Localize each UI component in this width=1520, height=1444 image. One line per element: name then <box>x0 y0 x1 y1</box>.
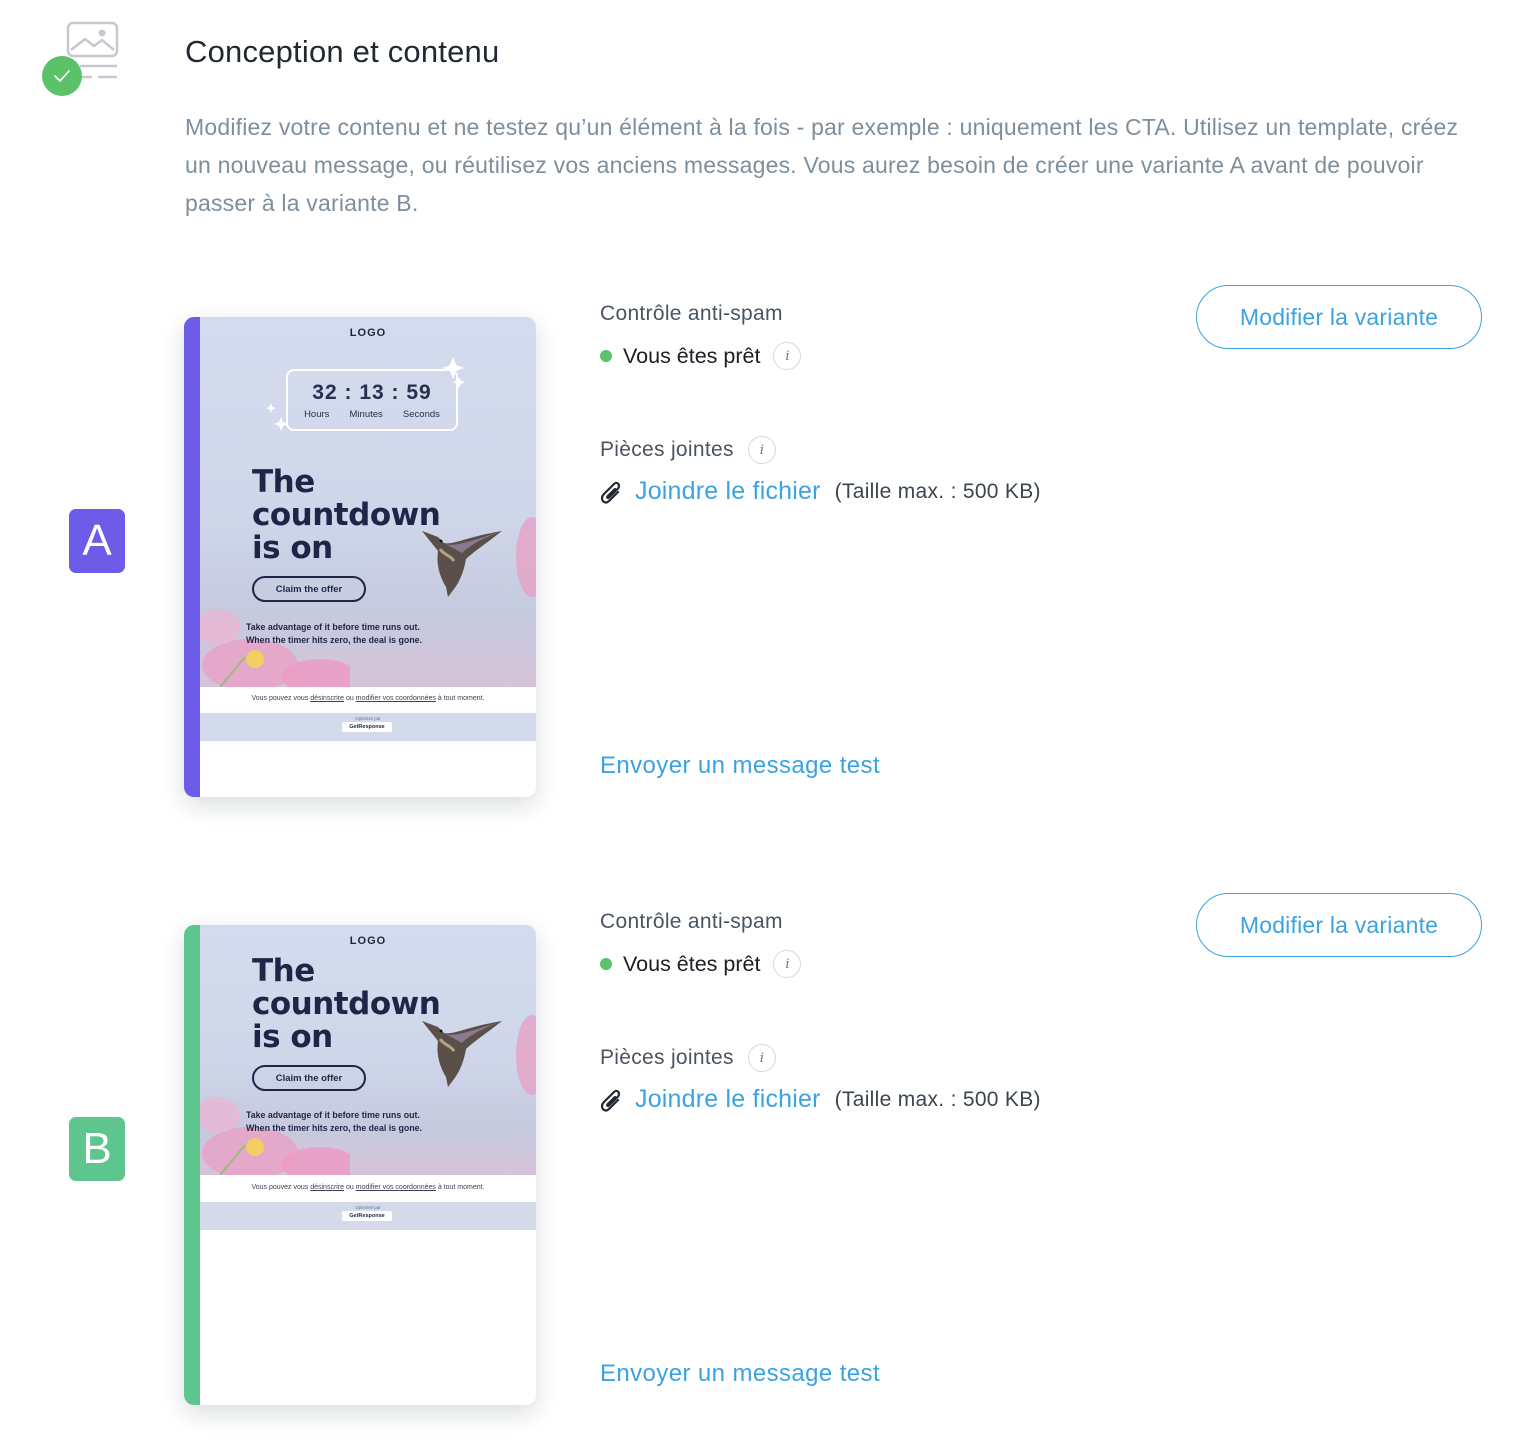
variant-b-stripe <box>184 925 200 1405</box>
info-icon[interactable]: i <box>773 950 802 978</box>
variant-b-badge: B <box>69 1117 125 1181</box>
spam-status-text: Vous êtes prêt <box>623 343 761 368</box>
timer-digits: 32 : 13 : 59 <box>312 381 432 404</box>
send-test-link[interactable]: Envoyer un message test <box>600 752 880 780</box>
optimized-by-label: Optimisé par <box>355 1205 381 1210</box>
email-footer-text: Vous pouvez vous désinscrire ou modifier… <box>251 1184 485 1191</box>
status-dot <box>600 350 612 362</box>
spam-status: Vous êtes prêt i <box>600 950 802 978</box>
variant-a-stripe <box>184 317 200 797</box>
paperclip-icon <box>600 1089 621 1112</box>
attach-row: Joindre le fichier (Taille max. : 500 KB… <box>599 477 1041 506</box>
attachments-header: Pièces jointes i <box>600 1044 776 1072</box>
email-body-copy: Take advantage of it before time runs ou… <box>246 622 422 645</box>
variant-b-preview[interactable]: LOGO The countdown is on Claim the offer <box>184 925 536 1405</box>
timer-unit-minutes: Minutes <box>349 409 383 420</box>
section-description: Modifiez votre contenu et ne testez qu’u… <box>185 114 1459 216</box>
email-footer-band: Optimisé par GetResponse <box>200 1202 536 1230</box>
getresponse-badge: GetResponse <box>342 722 392 732</box>
attach-file-link[interactable]: Joindre le fichier <box>635 1085 821 1114</box>
email-logo: LOGO <box>349 327 387 339</box>
spam-check-label: Contrôle anti-spam <box>600 302 783 325</box>
spam-status: Vous êtes prêt i <box>600 342 802 370</box>
spam-status-text: Vous êtes prêt <box>623 951 761 976</box>
attach-size-note: (Taille max. : 500 KB) <box>834 1087 1041 1111</box>
edit-variant-button[interactable]: Modifier la variante <box>1196 285 1482 349</box>
flower-edge-image <box>516 1015 536 1095</box>
paperclip-icon <box>600 481 621 504</box>
variant-a-preview[interactable]: LOGO 32 : 13 : 59 Hours Minutes Seconds … <box>184 317 536 797</box>
email-body-copy: Take advantage of it before time runs ou… <box>246 1110 422 1133</box>
edit-variant-button[interactable]: Modifier la variante <box>1196 893 1482 957</box>
status-dot <box>600 958 612 970</box>
attachments-label: Pièces jointes <box>600 438 734 461</box>
send-test-link[interactable]: Envoyer un message test <box>600 1360 880 1388</box>
attachments-label: Pièces jointes <box>600 1046 734 1069</box>
variant-a-badge: A <box>69 509 125 573</box>
attach-size-note: (Taille max. : 500 KB) <box>834 479 1041 503</box>
check-icon <box>42 56 82 96</box>
optimized-by-label: Optimisé par <box>355 716 381 721</box>
info-icon[interactable]: i <box>773 342 802 370</box>
attach-file-link[interactable]: Joindre le fichier <box>635 477 821 506</box>
email-hero: LOGO 32 : 13 : 59 Hours Minutes Seconds … <box>200 317 536 687</box>
attach-row: Joindre le fichier (Taille max. : 500 KB… <box>599 1085 1041 1114</box>
spam-check-label: Contrôle anti-spam <box>600 910 783 933</box>
timer-unit-seconds: Seconds <box>402 409 440 420</box>
getresponse-badge: GetResponse <box>342 1211 392 1221</box>
info-icon[interactable]: i <box>747 436 776 464</box>
attachments-header: Pièces jointes i <box>600 436 776 464</box>
email-footer-text: Vous pouvez vous désinscrire ou modifier… <box>251 695 485 702</box>
countdown-timer: 32 : 13 : 59 Hours Minutes Seconds <box>286 369 458 431</box>
hummingbird-image <box>422 1021 502 1087</box>
email-hero: LOGO The countdown is on Claim the offer <box>200 925 536 1175</box>
email-footer-band: Optimisé par GetResponse <box>200 713 536 741</box>
email-logo: LOGO <box>349 935 387 947</box>
hummingbird-image <box>422 531 502 597</box>
timer-unit-hours: Hours <box>304 409 330 420</box>
section-title: Conception et contenu <box>185 34 500 69</box>
flower-edge-image <box>516 517 536 597</box>
info-icon[interactable]: i <box>747 1044 776 1072</box>
